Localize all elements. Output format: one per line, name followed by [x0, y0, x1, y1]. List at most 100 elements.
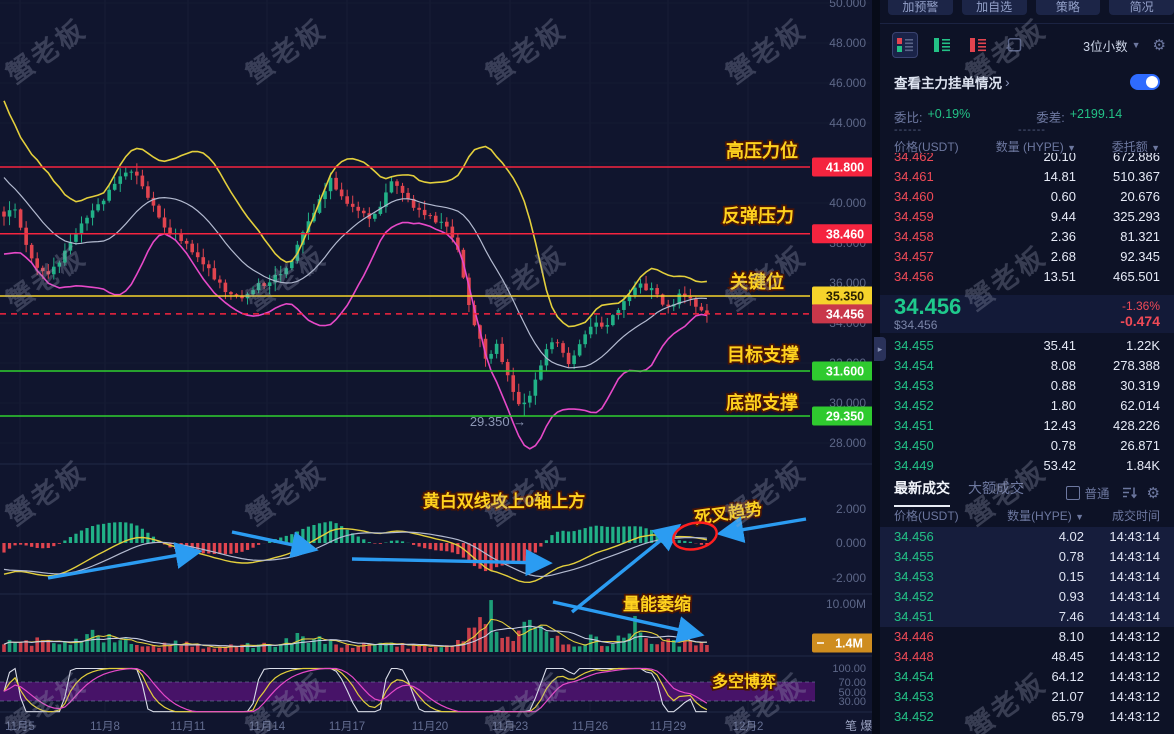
main-orders-link[interactable]: 查看主力挂单情况 — [894, 72, 1002, 92]
strategy-button[interactable]: 策略 — [1035, 0, 1101, 15]
bid-row[interactable]: 34.451 12.43 428.226 — [880, 416, 1174, 436]
svg-text:1.4M: 1.4M — [835, 637, 863, 651]
svg-text:31.600: 31.600 — [826, 365, 864, 379]
trade-row[interactable]: 34.456 4.02 14:43:14 — [880, 527, 1174, 547]
decimal-precision-selector[interactable]: 3位小数 ▼ — [1083, 36, 1140, 55]
svg-text:11月20: 11月20 — [412, 721, 448, 733]
svg-text:40.000: 40.000 — [829, 196, 866, 210]
svg-text:50.000: 50.000 — [829, 0, 866, 10]
svg-text:-2.000: -2.000 — [832, 571, 866, 585]
bid-row[interactable]: 34.455 35.41 1.22K — [880, 336, 1174, 356]
trade-row[interactable]: 34.446 8.10 14:43:12 — [880, 627, 1174, 647]
trading-app-window: 50.00048.00046.00044.00040.00038.00036.0… — [0, 0, 1174, 734]
bid-row[interactable]: 34.449 53.42 1.84K — [880, 456, 1174, 470]
last-price-block[interactable]: 34.456 $34.456 -1.36% -0.474 — [880, 295, 1174, 333]
svg-text:46.000: 46.000 — [829, 76, 866, 90]
market-side-panel: 加预警 加自选 策略 简况 3位小数 ▼ ⚙ 查看主力挂单情况 › 委比: +0… — [880, 0, 1174, 734]
trade-row[interactable]: 34.448 48.45 14:43:12 — [880, 647, 1174, 667]
svg-text:11月26: 11月26 — [572, 721, 608, 733]
bid-row[interactable]: 34.450 0.78 26.871 — [880, 436, 1174, 456]
ask-row[interactable]: 34.457 2.68 92.345 — [880, 247, 1174, 267]
action-buttons: 加预警 加自选 策略 简况 — [888, 0, 1174, 15]
change-percent: -1.36% — [1121, 299, 1160, 313]
svg-text:28.000: 28.000 — [829, 436, 866, 450]
svg-text:11月5: 11月5 — [5, 721, 35, 733]
svg-text:关键位: 关键位 — [730, 271, 784, 292]
svg-text:29.350 →: 29.350 → — [470, 414, 526, 429]
trade-row[interactable]: 34.453 21.07 14:43:12 — [880, 687, 1174, 707]
svg-text:黄白双线攻上0轴上方: 黄白双线攻上0轴上方 — [423, 491, 585, 511]
trade-row[interactable]: 34.452 0.93 14:43:14 — [880, 587, 1174, 607]
svg-text:48.000: 48.000 — [829, 36, 866, 50]
svg-text:11月14: 11月14 — [249, 721, 286, 733]
macd-pane — [2, 521, 709, 584]
orderbook-toolbar: 3位小数 ▼ ⚙ — [892, 31, 1166, 59]
svg-text:34.456: 34.456 — [826, 307, 864, 321]
overview-button[interactable]: 简况 — [1109, 0, 1174, 15]
trade-time-header: 成交时间 — [1111, 509, 1160, 523]
trades-gear-icon[interactable]: ⚙ — [1147, 484, 1160, 502]
last-price-usd: $34.456 — [894, 317, 938, 332]
bids-list: 34.455 35.41 1.22K 34.454 8.08 278.388 34.453 0… — [880, 336, 1174, 470]
main-orders-row: 查看主力挂单情况 › — [894, 72, 1160, 92]
svg-text:反弹压力: 反弹压力 — [722, 205, 794, 226]
trade-row[interactable]: 34.451 7.46 14:43:14 — [880, 607, 1174, 627]
bid-row[interactable]: 34.453 0.88 30.319 — [880, 376, 1174, 396]
svg-text:29.350: 29.350 — [826, 410, 864, 424]
ask-row[interactable]: 34.459 9.44 325.293 — [880, 207, 1174, 227]
svg-text:100.00: 100.00 — [832, 663, 866, 675]
decimal-precision-label: 3位小数 — [1083, 39, 1128, 54]
panel-divider — [872, 0, 880, 734]
asks-list: 34.462 20.10 672.886 34.461 14.81 510.367 34.4… — [880, 153, 1174, 294]
tab-latest-trades[interactable]: 最新成交 — [894, 478, 950, 507]
bid-row[interactable]: 34.452 1.80 62.014 — [880, 396, 1174, 416]
svg-text:11月11: 11月11 — [170, 721, 205, 733]
gear-icon[interactable]: ⚙ — [1153, 36, 1166, 54]
layout-icon[interactable] — [1002, 33, 1026, 57]
last-price: 34.456 — [894, 293, 962, 319]
svg-text:30.00: 30.00 — [838, 696, 866, 708]
svg-text:2.000: 2.000 — [836, 502, 866, 516]
chevron-down-icon: ▼ — [1131, 40, 1141, 50]
add-favorite-button[interactable]: 加自选 — [961, 0, 1027, 15]
trade-row[interactable]: 34.454 64.12 14:43:12 — [880, 667, 1174, 687]
change-absolute: -0.474 — [1120, 313, 1160, 329]
sort-icon[interactable] — [1122, 486, 1137, 499]
trade-row[interactable]: 34.452 65.79 14:43:12 — [880, 707, 1174, 727]
svg-text:0.000: 0.000 — [836, 536, 866, 550]
svg-text:量能萎缩: 量能萎缩 — [623, 594, 691, 614]
weibi-dashes: ------ — [894, 124, 922, 136]
orderbook-bids-icon[interactable] — [930, 33, 954, 57]
tab-large-trades[interactable]: 大额成交 — [968, 478, 1024, 507]
divider — [880, 23, 1174, 24]
orderbook-asks-icon[interactable] — [966, 33, 990, 57]
svg-text:10.00M: 10.00M — [826, 597, 866, 611]
orderbook-both-icon[interactable] — [892, 32, 918, 58]
svg-text:11月23: 11月23 — [492, 721, 528, 733]
trade-qty-header[interactable]: 数量(HYPE) ▼ — [990, 507, 1084, 524]
svg-text:底部支撑: 底部支撑 — [726, 392, 798, 413]
kline-chart[interactable]: 50.00048.00046.00044.00040.00038.00036.0… — [0, 0, 880, 734]
svg-text:38.460: 38.460 — [826, 227, 864, 241]
trade-price-header: 价格(USDT) — [894, 509, 959, 523]
axis-labels: 50.00048.00046.00044.00040.00038.00036.0… — [5, 0, 872, 733]
trade-row[interactable]: 34.453 0.15 14:43:14 — [880, 567, 1174, 587]
ask-row[interactable]: 34.462 20.10 672.886 — [880, 153, 1174, 167]
collapse-panel-handle[interactable]: ▸ — [874, 337, 886, 361]
ask-row[interactable]: 34.458 2.36 81.321 — [880, 227, 1174, 247]
svg-text:11月29: 11月29 — [650, 721, 686, 733]
ratio-placeholder-row: ------ ------ — [894, 124, 1160, 136]
normal-filter-label: 普通 — [1084, 487, 1110, 501]
trade-row[interactable]: 34.455 0.78 14:43:14 — [880, 547, 1174, 567]
add-alert-button[interactable]: 加预警 — [888, 0, 953, 15]
bid-row[interactable]: 34.454 8.08 278.388 — [880, 356, 1174, 376]
ask-row[interactable]: 34.460 0.60 20.676 — [880, 187, 1174, 207]
bollinger-bands — [3, 100, 708, 450]
ask-row[interactable]: 34.456 13.51 465.501 — [880, 267, 1174, 287]
main-orders-toggle[interactable] — [1130, 74, 1160, 90]
normal-filter-checkbox[interactable] — [1065, 485, 1080, 500]
trades-tabs: 最新成交 大额成交 普通 ⚙ — [894, 478, 1160, 507]
ask-row[interactable]: 34.461 14.81 510.367 — [880, 167, 1174, 187]
svg-text:多空博弈: 多空博弈 — [712, 672, 776, 691]
trades-list: 34.456 4.02 14:43:14 34.455 0.78 14:43:14 34.4… — [880, 527, 1174, 727]
